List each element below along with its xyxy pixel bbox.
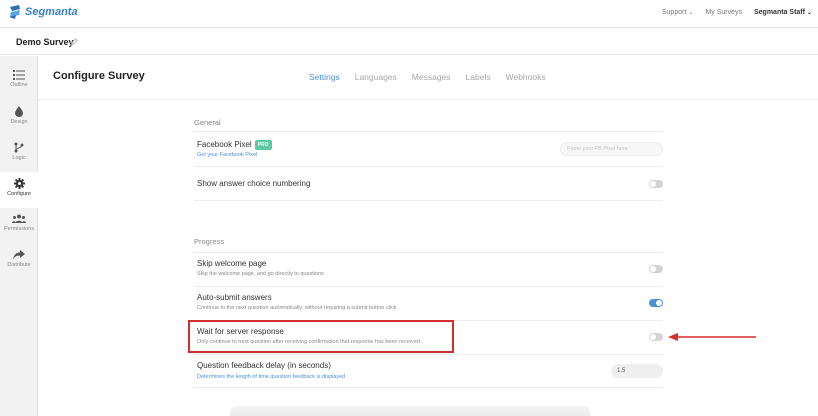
toggle-knob — [650, 334, 656, 340]
toggle-knob — [650, 266, 656, 272]
auto-submit-title: Auto-submit answers — [197, 293, 272, 302]
users-icon — [12, 214, 26, 223]
sidebar-item-label: Distribute — [7, 262, 31, 268]
logo-text: Segmanta — [25, 6, 78, 18]
facebook-pixel-link[interactable]: Get your Facebook Pixel — [197, 152, 257, 158]
feedback-delay-input[interactable]: 1.5 — [611, 364, 663, 378]
configure-header: Configure Survey Settings Languages Mess… — [38, 56, 818, 100]
tab-languages[interactable]: Languages — [355, 72, 397, 82]
sidebar-item-distribute[interactable]: Distribute — [0, 244, 38, 280]
sidebar-item-configure[interactable]: Configure — [0, 172, 38, 208]
user-name: Segmanta Staff — [754, 9, 805, 16]
tab-webhooks[interactable]: Webhooks — [506, 72, 546, 82]
pencil-icon[interactable] — [70, 38, 78, 46]
branch-icon — [14, 142, 24, 153]
segmanta-logo[interactable]: Segmanta — [8, 4, 78, 20]
pro-badge: PRO — [254, 140, 272, 150]
auto-submit-toggle[interactable] — [649, 299, 663, 307]
tab-settings[interactable]: Settings — [309, 72, 340, 82]
bottom-panel-edge — [230, 406, 590, 416]
answer-numbering-row: Show answer choice numbering — [194, 166, 663, 201]
skip-welcome-title: Skip welcome page — [197, 259, 267, 268]
gear-icon — [13, 178, 25, 189]
list-icon — [13, 70, 25, 80]
facebook-pixel-row: Facebook Pixel PRO Get your Facebook Pixe… — [194, 131, 663, 166]
sidebar-item-label: Configure — [7, 191, 31, 197]
support-label: Support — [661, 9, 687, 16]
sidebar-item-label: Design — [10, 119, 28, 125]
arrow-left-icon — [668, 333, 756, 341]
sidebar-item-label: Permissions — [4, 226, 34, 232]
drop-icon — [15, 106, 23, 117]
skip-welcome-row: Skip welcome page Skip the welcome page,… — [194, 252, 663, 286]
segmanta-logo-icon — [9, 5, 20, 19]
my-surveys-link[interactable]: My Surveys — [705, 9, 742, 16]
chevron-down-icon: ⌄ — [806, 10, 812, 16]
support-menu[interactable]: Support ⌄ — [662, 9, 694, 16]
sidebar-item-outline[interactable]: Outline — [0, 64, 38, 100]
feedback-delay-row: Question feedback delay (in seconds) Det… — [194, 354, 663, 388]
divider — [194, 387, 663, 388]
sidebar-item-label: Outline — [10, 82, 28, 88]
feedback-delay-description: Determines the length of time question f… — [197, 374, 346, 380]
answer-numbering-title: Show answer choice numbering — [197, 179, 311, 188]
user-menu[interactable]: Segmanta Staff ⌄ — [754, 9, 812, 16]
section-progress-title: Progress — [194, 237, 225, 246]
tab-labels[interactable]: Labels — [466, 72, 491, 82]
share-icon — [13, 250, 25, 260]
section-general-title: General — [194, 118, 221, 127]
skip-welcome-toggle[interactable] — [649, 265, 663, 273]
sidebar-item-permissions[interactable]: Permissions — [0, 208, 38, 244]
highlight-box — [188, 320, 454, 353]
top-nav: Support ⌄ My Surveys Segmanta Staff ⌄ — [662, 9, 812, 16]
divider — [194, 200, 663, 201]
settings-tabs: Settings Languages Messages Labels Webho… — [309, 72, 546, 82]
auto-submit-row: Auto-submit answers Continue to the next… — [194, 286, 663, 320]
skip-welcome-description: Skip the welcome page, and go directly t… — [197, 271, 324, 277]
facebook-pixel-input[interactable]: Paste your FB Pixel here — [560, 142, 663, 156]
toggle-knob — [650, 181, 656, 187]
page-title: Configure Survey — [53, 70, 145, 82]
top-bar: Segmanta Support ⌄ My Surveys Segmanta St… — [0, 0, 818, 28]
facebook-pixel-title: Facebook Pixel PRO — [197, 140, 272, 150]
answer-numbering-toggle[interactable] — [649, 180, 663, 188]
feedback-delay-title: Question feedback delay (in seconds) — [197, 361, 331, 370]
sidebar-item-logic[interactable]: Logic — [0, 136, 38, 172]
sidebar: Outline Design Logic Configure Permissio… — [0, 56, 38, 416]
wait-server-toggle[interactable] — [649, 333, 663, 341]
toggle-knob — [656, 300, 662, 306]
survey-bar: Demo Survey — [0, 28, 818, 55]
auto-submit-description: Continue to the next question automatica… — [197, 305, 397, 311]
chevron-down-icon: ⌄ — [688, 10, 694, 16]
sidebar-item-label: Logic — [12, 155, 26, 161]
sidebar-item-design[interactable]: Design — [0, 100, 38, 136]
survey-name: Demo Survey — [16, 37, 74, 47]
tab-messages[interactable]: Messages — [412, 72, 451, 82]
facebook-pixel-label: Facebook Pixel — [197, 140, 252, 149]
